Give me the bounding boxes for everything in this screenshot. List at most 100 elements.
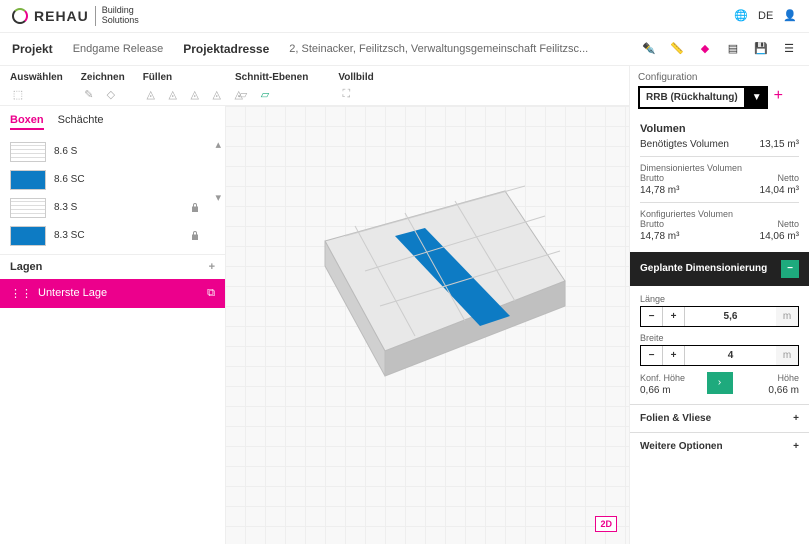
section-group: Schnitt-Ebenen ▱ ▱ bbox=[235, 72, 308, 103]
bucket2-icon[interactable]: ◬ bbox=[165, 87, 181, 103]
lock-icon bbox=[189, 202, 201, 214]
lock-icon bbox=[189, 230, 201, 242]
brutto-label: Brutto bbox=[640, 173, 664, 183]
box-label: 8.3 SC bbox=[54, 230, 85, 241]
konf-volume-label: Konfiguriertes Volumen bbox=[640, 209, 799, 219]
box-item[interactable]: 8.6 SC bbox=[4, 166, 207, 194]
bucket3-icon[interactable]: ◬ bbox=[187, 87, 203, 103]
volume-section: Volumen Benötigtes Volumen 13,15 m³ Dime… bbox=[630, 115, 809, 252]
fullscreen-title: Vollbild bbox=[338, 72, 373, 83]
section2-icon[interactable]: ▱ bbox=[257, 87, 273, 103]
center-panel: Schnitt-Ebenen ▱ ▱ Vollbild ⛶ bbox=[225, 66, 629, 544]
logo-icon bbox=[12, 8, 28, 24]
decrement-button[interactable]: − bbox=[641, 346, 663, 365]
address-value[interactable]: 2, Steinacker, Feilitzsch, Verwaltungsge… bbox=[289, 43, 588, 55]
width-label: Breite bbox=[640, 333, 799, 343]
konf-netto-value: 14,06 m³ bbox=[760, 231, 799, 242]
length-value[interactable]: 5,6 bbox=[685, 307, 776, 326]
menu-icon[interactable]: ☰ bbox=[781, 41, 797, 57]
brand-logo: REHAU Building Solutions bbox=[12, 6, 139, 26]
netto-label: Netto bbox=[777, 173, 799, 183]
length-input[interactable]: − + 5,6 m bbox=[640, 306, 799, 327]
save-icon[interactable]: 💾 bbox=[753, 41, 769, 57]
drag-icon: ⋮⋮ bbox=[10, 287, 32, 300]
chevron-up-icon[interactable]: ▴ bbox=[215, 138, 221, 151]
tab-boxes[interactable]: Boxen bbox=[10, 114, 44, 130]
layer-item[interactable]: ⋮⋮ Unterste Lage ⧉ bbox=[0, 279, 225, 308]
apply-button[interactable]: › bbox=[707, 372, 733, 394]
box-thumb-icon bbox=[10, 142, 46, 162]
layers-icon[interactable]: ◆ bbox=[697, 41, 713, 57]
height-value: 0,66 m bbox=[743, 385, 800, 396]
brand-subtitle: Building Solutions bbox=[95, 6, 139, 26]
add-config-button[interactable]: + bbox=[768, 87, 789, 105]
volume-title: Volumen bbox=[640, 123, 799, 135]
increment-button[interactable]: + bbox=[663, 346, 685, 365]
decrement-button[interactable]: − bbox=[641, 307, 663, 326]
box-item[interactable]: 8.6 S bbox=[4, 138, 207, 166]
expand-icon[interactable]: ⛶ bbox=[338, 87, 354, 103]
length-label: Länge bbox=[640, 294, 799, 304]
cursor-icon[interactable]: ⬚ bbox=[10, 87, 26, 103]
canvas-3d[interactable]: 2D bbox=[225, 106, 629, 544]
dimensioning-title: Geplante Dimensionierung bbox=[640, 263, 767, 274]
width-input[interactable]: − + 4 m bbox=[640, 345, 799, 366]
collapse-icon[interactable]: − bbox=[781, 260, 799, 278]
konf-height-label: Konf. Höhe bbox=[640, 373, 697, 383]
add-layer-icon[interactable]: + bbox=[209, 261, 215, 273]
chevron-down-icon[interactable]: ▼ bbox=[746, 86, 768, 109]
project-name[interactable]: Endgame Release bbox=[73, 43, 164, 55]
copy-icon[interactable]: ⧉ bbox=[207, 287, 215, 300]
project-bar: Projekt Endgame Release Projektadresse 2… bbox=[0, 33, 809, 66]
box-label: 8.6 SC bbox=[54, 174, 85, 185]
ruler-icon[interactable]: 📏 bbox=[669, 41, 685, 57]
req-volume-value: 13,15 m³ bbox=[760, 139, 799, 150]
view-2d-button[interactable]: 2D bbox=[595, 516, 617, 532]
plus-icon: + bbox=[793, 441, 799, 452]
user-icon[interactable]: 👤 bbox=[783, 9, 797, 22]
bucket4-icon[interactable]: ◬ bbox=[209, 87, 225, 103]
section1-icon[interactable]: ▱ bbox=[235, 87, 251, 103]
box-tabs: Boxen Schächte bbox=[0, 106, 225, 134]
pen-icon[interactable]: ✒️ bbox=[641, 41, 657, 57]
draw-group: Zeichnen ✎ ◇ bbox=[81, 72, 125, 103]
layer-label: Unterste Lage bbox=[38, 287, 107, 299]
width-value[interactable]: 4 bbox=[685, 346, 776, 365]
select-group: Auswählen ⬚ bbox=[10, 72, 63, 103]
foils-accordion[interactable]: Folien & Vliese + bbox=[630, 404, 809, 432]
box-list: 8.6 S 8.6 SC 8.3 S 8.3 SC bbox=[0, 134, 211, 254]
view-tools: Schnitt-Ebenen ▱ ▱ Vollbild ⛶ bbox=[225, 66, 629, 106]
right-panel: Configuration RRB (Rückhaltung) ▼ + Volu… bbox=[629, 66, 809, 544]
layers-header: Lagen + bbox=[0, 254, 225, 279]
chevron-down-icon[interactable]: ▾ bbox=[215, 191, 221, 204]
dimensioning-header[interactable]: Geplante Dimensionierung − bbox=[630, 252, 809, 286]
tab-shafts[interactable]: Schächte bbox=[58, 114, 104, 130]
netto-label2: Netto bbox=[777, 219, 799, 229]
foils-label: Folien & Vliese bbox=[640, 413, 711, 424]
address-label: Projektadresse bbox=[183, 42, 269, 56]
more-label: Weitere Optionen bbox=[640, 441, 723, 452]
pencil-icon[interactable]: ✎ bbox=[81, 87, 97, 103]
dim-netto-value: 14,04 m³ bbox=[760, 185, 799, 196]
config-select[interactable]: RRB (Rückhaltung) ▼ bbox=[638, 86, 768, 109]
main-layout: Auswählen ⬚ Zeichnen ✎ ◇ Füllen ◬ ◬ ◬ ◬ … bbox=[0, 66, 809, 544]
draw-title: Zeichnen bbox=[81, 72, 125, 83]
brand-name: REHAU bbox=[34, 8, 89, 24]
config-label: Configuration bbox=[638, 72, 801, 83]
model-3d[interactable] bbox=[285, 161, 585, 421]
scroll-indicator[interactable]: ▴ ▾ bbox=[211, 134, 225, 254]
konf-height-value: 0,66 m bbox=[640, 385, 697, 396]
eraser-icon[interactable]: ◇ bbox=[103, 87, 119, 103]
globe-icon[interactable]: 🌐 bbox=[734, 9, 748, 22]
bucket1-icon[interactable]: ◬ bbox=[143, 87, 159, 103]
header-actions: 🌐 DE 👤 bbox=[734, 9, 797, 22]
box-thumb-icon bbox=[10, 170, 46, 190]
box-label: 8.3 S bbox=[54, 202, 77, 213]
more-options-accordion[interactable]: Weitere Optionen + bbox=[630, 432, 809, 460]
select-title: Auswählen bbox=[10, 72, 63, 83]
language-label[interactable]: DE bbox=[758, 10, 773, 22]
box-item[interactable]: 8.3 S bbox=[4, 194, 207, 222]
increment-button[interactable]: + bbox=[663, 307, 685, 326]
box-item[interactable]: 8.3 SC bbox=[4, 222, 207, 250]
list-icon[interactable]: ▤ bbox=[725, 41, 741, 57]
